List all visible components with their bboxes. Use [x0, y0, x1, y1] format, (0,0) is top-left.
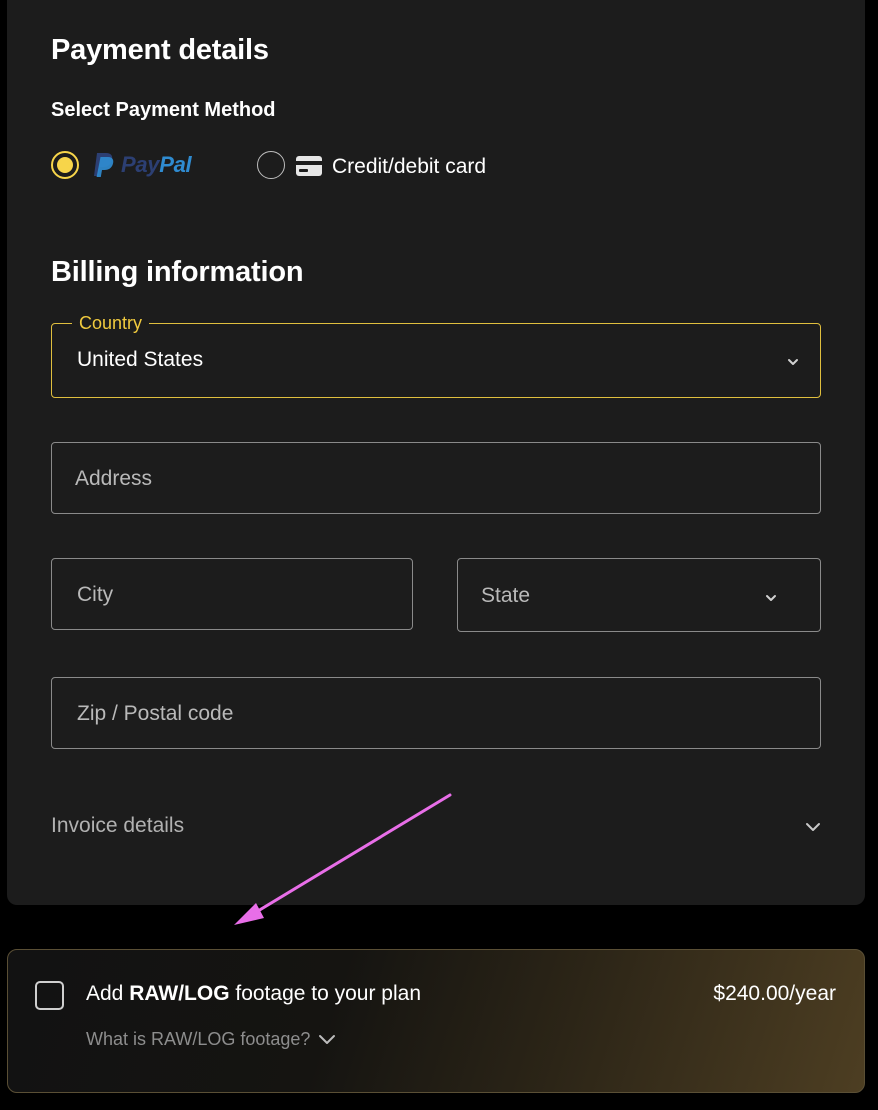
- credit-card-radio[interactable]: [257, 151, 285, 179]
- country-value: United States: [77, 348, 204, 371]
- address-placeholder: Address: [75, 467, 153, 490]
- zip-placeholder: Zip / Postal code: [77, 702, 234, 725]
- paypal-radio[interactable]: [51, 151, 79, 179]
- invoice-details-toggle[interactable]: Invoice details: [51, 814, 184, 838]
- raw-log-info-toggle[interactable]: What is RAW/LOG footage?: [86, 1029, 336, 1050]
- chevron-down-icon: [788, 359, 798, 365]
- country-label: Country: [72, 313, 150, 333]
- billing-information-title: Billing information: [51, 256, 304, 288]
- credit-card-icon: [296, 156, 322, 176]
- state-placeholder: State: [481, 584, 531, 607]
- address-input[interactable]: Address: [51, 442, 821, 514]
- select-payment-method-label: Select Payment Method: [51, 99, 276, 121]
- raw-log-addon-checkbox[interactable]: [35, 981, 64, 1010]
- raw-log-info-label: What is RAW/LOG footage?: [86, 1029, 311, 1049]
- country-select[interactable]: Country United States: [51, 313, 821, 398]
- paypal-icon: [94, 153, 114, 177]
- paypal-option[interactable]: PayPal: [91, 149, 192, 181]
- paypal-wordmark: PayPal: [121, 152, 192, 177]
- state-select[interactable]: State: [457, 558, 821, 632]
- raw-log-addon-panel: Add RAW/LOG footage to your plan $240.00…: [7, 949, 865, 1093]
- zip-postal-code-input[interactable]: Zip / Postal code: [51, 677, 821, 749]
- city-placeholder: City: [77, 583, 114, 606]
- chevron-down-icon[interactable]: [804, 819, 822, 835]
- payment-details-title: Payment details: [51, 34, 269, 66]
- chevron-down-icon: [319, 1034, 336, 1044]
- chevron-down-icon: [766, 595, 776, 601]
- raw-log-addon-title: Add RAW/LOG footage to your plan: [86, 982, 422, 1005]
- raw-log-addon-price: $240.00/year: [713, 982, 836, 1005]
- credit-card-label[interactable]: Credit/debit card: [332, 155, 486, 179]
- city-input[interactable]: City: [51, 558, 413, 630]
